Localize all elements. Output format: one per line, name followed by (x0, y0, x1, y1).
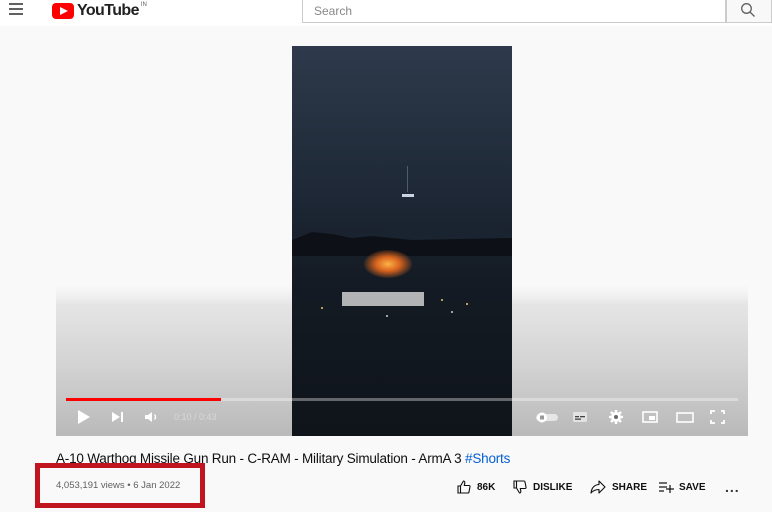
save-button[interactable]: SAVE (658, 479, 706, 495)
youtube-play-icon (52, 3, 74, 19)
search-input[interactable] (303, 0, 725, 22)
search-box (302, 0, 726, 23)
more-actions-button[interactable]: ... (725, 479, 740, 495)
progress-bar[interactable] (66, 398, 738, 401)
fire-glow (364, 250, 412, 278)
volume-icon[interactable] (142, 407, 162, 427)
add-to-playlist-icon (659, 482, 674, 493)
next-icon[interactable] (110, 407, 126, 427)
autoplay-toggle-icon[interactable] (534, 407, 560, 427)
settings-gear-icon[interactable] (606, 407, 626, 427)
logo-region: IN (140, 2, 147, 8)
view-count-date: 4,053,191 views • 6 Jan 2022 (56, 480, 181, 491)
thumbs-down-icon (513, 480, 527, 494)
dislike-label: DISLIKE (533, 481, 573, 493)
search-icon (741, 3, 755, 17)
share-arrow-icon (590, 480, 606, 494)
top-bar: YouTube IN (0, 0, 772, 26)
subtitles-icon[interactable] (570, 407, 590, 427)
time-display: 0:10 / 0:43 (174, 412, 217, 422)
video-frame[interactable] (292, 46, 512, 436)
ground-lights (321, 299, 468, 317)
fullscreen-icon[interactable] (708, 407, 728, 427)
player-controls: 0:10 / 0:43 (56, 395, 748, 436)
logo-text: YouTube (77, 2, 139, 19)
search-button[interactable] (726, 0, 772, 23)
thumbs-up-icon (457, 480, 471, 494)
share-label: SHARE (612, 481, 648, 493)
share-button[interactable]: SHARE (589, 479, 647, 495)
theater-mode-icon[interactable] (674, 407, 696, 427)
miniplayer-icon[interactable] (640, 407, 660, 427)
menu-icon[interactable] (9, 3, 31, 19)
save-label: SAVE (679, 481, 706, 493)
contrail (407, 166, 408, 192)
like-button[interactable]: 86K (456, 479, 495, 495)
aircraft (402, 194, 414, 197)
hashtag-link[interactable]: #Shorts (465, 451, 510, 466)
like-count: 86K (477, 481, 496, 493)
dislike-button[interactable]: DISLIKE (512, 479, 572, 495)
play-icon[interactable] (76, 407, 92, 427)
progress-played (66, 398, 221, 401)
youtube-logo[interactable]: YouTube IN (52, 1, 147, 21)
video-scene-hills (292, 222, 512, 256)
